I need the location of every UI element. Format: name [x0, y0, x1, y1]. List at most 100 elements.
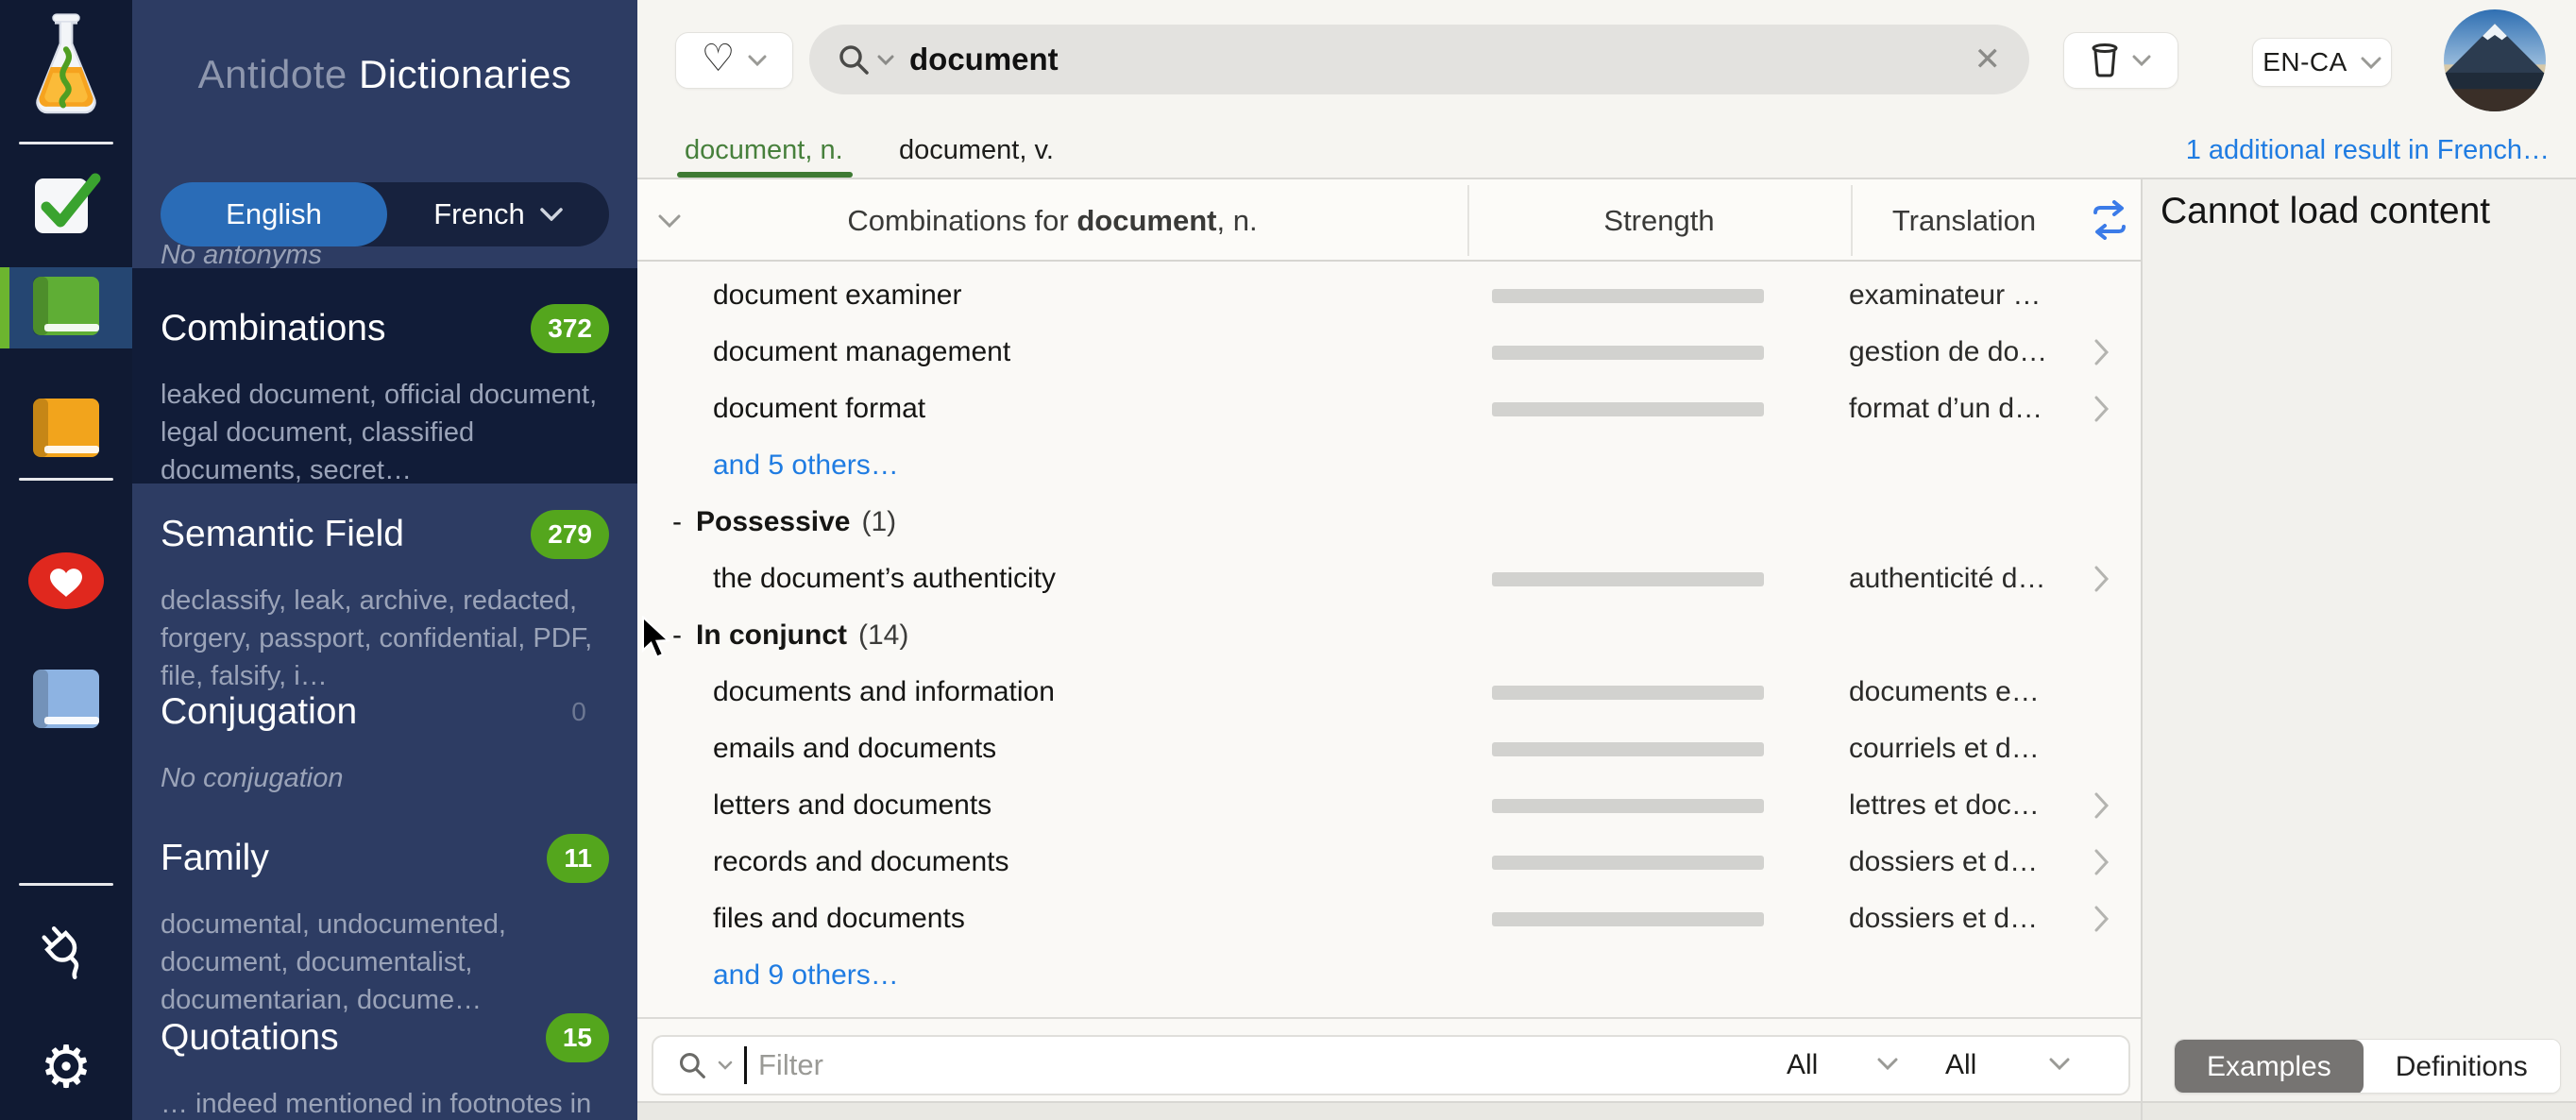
rail-item-connectors-plug[interactable] [0, 911, 132, 996]
antidote-flask-icon[interactable] [0, 11, 132, 127]
table-header: Combinations for document, n. Strength T… [637, 179, 2141, 262]
combination-phrase[interactable]: records and documents [713, 834, 1009, 891]
translation-text[interactable]: authenticité d… [1849, 551, 2045, 607]
sidebar-section-combinations[interactable]: Combinations 372 leaked document, offici… [132, 268, 637, 484]
strength-bar [1492, 856, 1764, 870]
rail-item-guides-book[interactable] [0, 387, 132, 472]
translation-text[interactable]: gestion de do… [1849, 324, 2047, 381]
chevron-right-icon[interactable] [2094, 906, 2110, 937]
translation-text[interactable]: examinateur … [1849, 267, 2041, 324]
combination-phrase[interactable]: document examiner [713, 267, 961, 324]
chevron-down-icon[interactable] [2132, 55, 2151, 66]
search-value[interactable]: document [909, 42, 1059, 77]
combination-phrase[interactable]: letters and documents [713, 777, 991, 834]
chevron-down-icon[interactable] [2049, 1058, 2070, 1070]
segment-definitions[interactable]: Definitions [2364, 1040, 2560, 1094]
language-toggle-english[interactable]: English [161, 182, 387, 246]
tab-document-n[interactable]: document, n. [685, 123, 843, 178]
additional-result-link[interactable]: 1 additional result in French… [2186, 123, 2550, 178]
sidebar-section-family[interactable]: Family 11 documental, undocumented, docu… [132, 834, 637, 1019]
show-more-row[interactable]: and 5 others… [637, 437, 2141, 494]
table-row[interactable]: files and documents dossiers et d… [637, 891, 2141, 947]
sidebar-section-quotations[interactable]: Quotations 15 … indeed mentioned in foot… [132, 1013, 637, 1120]
group-name[interactable]: In conjunct(14) [696, 607, 908, 664]
rail-item-dictionaries-book[interactable] [0, 267, 132, 348]
combination-phrase[interactable]: document management [713, 324, 1010, 381]
combination-phrase[interactable]: files and documents [713, 891, 965, 947]
language-region-select[interactable]: EN-CA [2252, 38, 2392, 87]
translation-text[interactable]: dossiers et d… [1849, 834, 2038, 891]
chevron-down-icon[interactable] [877, 55, 894, 65]
collapse-group-toggle[interactable]: - [672, 607, 682, 664]
translation-text[interactable]: lettres et doc… [1849, 777, 2040, 834]
show-more-link[interactable]: and 9 others… [713, 947, 899, 1004]
table-row[interactable]: documents and information documents e… [637, 664, 2141, 721]
section-title: Quotations [161, 1017, 339, 1059]
dictionaries-book-icon [29, 275, 103, 342]
table-row[interactable]: emails and documents courriels et d… [637, 721, 2141, 777]
group-header-row[interactable]: - Possessive(1) [637, 494, 2141, 551]
clear-search-x-icon[interactable]: ✕ [1974, 41, 2002, 78]
show-more-link[interactable]: and 5 others… [713, 437, 899, 494]
rail-item-corrector-check[interactable] [0, 162, 132, 247]
user-avatar[interactable] [2444, 9, 2546, 111]
active-tab-underline [677, 172, 853, 178]
favorites-button[interactable]: ♡ [675, 32, 793, 89]
chevron-right-icon[interactable] [2094, 566, 2110, 597]
rail-item-settings-gear[interactable]: ⚙ [0, 1025, 132, 1110]
language-toggle-french[interactable]: French [387, 197, 609, 231]
translation-text[interactable]: dossiers et d… [1849, 891, 2038, 947]
combination-phrase[interactable]: documents and information [713, 664, 1055, 721]
column-translation: Translation [1851, 179, 2077, 262]
translation-text[interactable]: courriels et d… [1849, 721, 2040, 777]
section-count-badge: 279 [531, 510, 609, 559]
collapse-group-toggle[interactable]: - [672, 494, 682, 551]
filter-input[interactable]: Filter [678, 1037, 823, 1094]
chevron-down-icon[interactable] [1877, 1058, 1898, 1070]
table-row[interactable]: document management gestion de do… [637, 324, 2141, 381]
combination-phrase[interactable]: emails and documents [713, 721, 996, 777]
translation-text[interactable]: format d’un d… [1849, 381, 2042, 437]
group-name[interactable]: Possessive(1) [696, 494, 896, 551]
app-title-dictionaries: Dictionaries [359, 52, 571, 96]
chevron-right-icon[interactable] [2094, 396, 2110, 427]
chevron-down-icon [540, 208, 563, 221]
section-preview: … indeed mentioned in footnotes in docum… [161, 1085, 609, 1120]
table-row[interactable]: the document’s authenticity authenticité… [637, 551, 2141, 607]
search-icon [838, 43, 870, 76]
table-row[interactable]: records and documents dossiers et d… [637, 834, 2141, 891]
table-footer-strip [637, 1101, 2141, 1120]
show-more-row[interactable]: and 9 others… [637, 947, 2141, 1004]
translation-text[interactable]: documents e… [1849, 664, 2040, 721]
table-row[interactable]: document format format d’un d… [637, 381, 2141, 437]
rail-item-favorites-heart[interactable] [0, 540, 132, 625]
chevron-down-icon[interactable] [718, 1061, 733, 1070]
chevron-right-icon[interactable] [2094, 849, 2110, 880]
table-row[interactable]: document examiner examinateur … [637, 267, 2141, 324]
section-preview: leaked document, official document, lega… [161, 376, 609, 489]
chevron-down-icon[interactable] [748, 55, 767, 66]
combination-phrase[interactable]: document format [713, 381, 925, 437]
table-row[interactable]: letters and documents lettres et doc… [637, 777, 2141, 834]
language-toggle[interactable]: English French [161, 182, 609, 246]
sidebar-section-semantic-field[interactable]: Semantic Field 279 declassify, leak, arc… [132, 510, 637, 695]
segment-examples[interactable]: Examples [2175, 1040, 2364, 1094]
tab-document-v[interactable]: document, v. [899, 123, 1054, 178]
section-title: Semantic Field [161, 514, 404, 555]
sidebar-section-conjugation[interactable]: Conjugation 0 No conjugation [132, 687, 637, 797]
filter-scope-select-1[interactable]: All [1787, 1037, 1818, 1094]
delete-entry-button[interactable] [2063, 32, 2178, 89]
delete-trash-icon [2091, 43, 2119, 77]
swap-translation-icon[interactable] [2088, 200, 2131, 245]
filter-scope-select-2[interactable]: All [1945, 1037, 1976, 1094]
connectors-plug-icon [33, 919, 99, 990]
group-header-row[interactable]: - In conjunct(14) [637, 607, 2141, 664]
favorites-heart-icon [27, 552, 105, 615]
rail-item-notebook-book[interactable] [0, 658, 132, 743]
combination-phrase[interactable]: the document’s authenticity [713, 551, 1056, 607]
filter-bar[interactable]: Filter All All [652, 1035, 2130, 1095]
chevron-right-icon[interactable] [2094, 792, 2110, 823]
group-count: (1) [861, 506, 896, 538]
search-input[interactable]: document ✕ [809, 25, 2029, 94]
chevron-right-icon[interactable] [2094, 339, 2110, 370]
